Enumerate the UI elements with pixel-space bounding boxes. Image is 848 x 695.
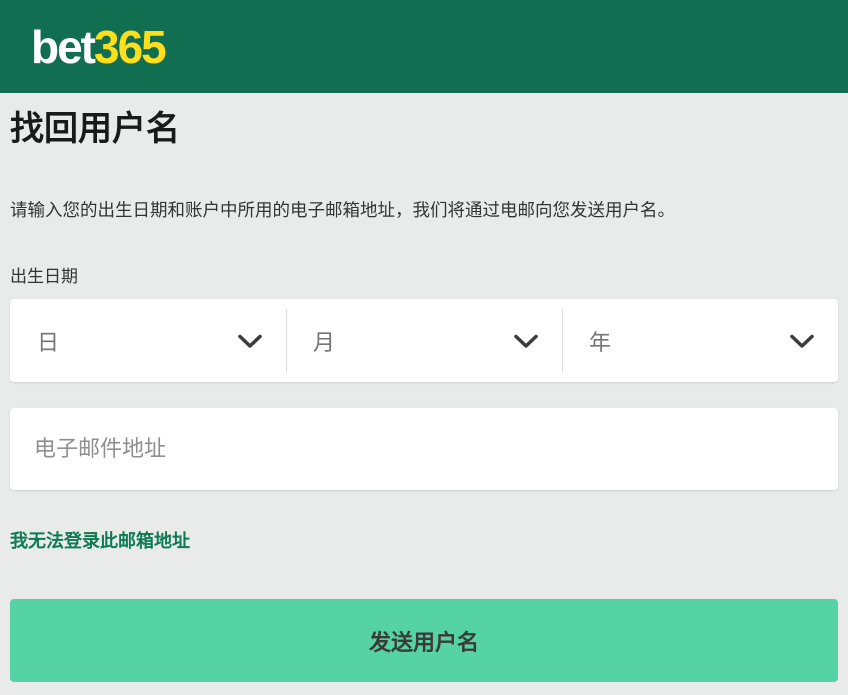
app-header: bet365 — [0, 0, 848, 93]
year-select[interactable]: 年 — [562, 299, 838, 382]
logo-text-bet: bet — [31, 21, 94, 73]
chevron-down-icon — [790, 334, 814, 349]
page-title: 找回用户名 — [10, 106, 838, 153]
recover-username-page: 找回用户名 请输入您的出生日期和账户中所用的电子邮箱地址，我们将通过电邮向您发送… — [0, 106, 848, 682]
date-of-birth-select-group: 日 月 年 — [10, 299, 838, 382]
date-of-birth-label: 出生日期 — [10, 266, 838, 288]
day-select-value: 日 — [37, 325, 59, 357]
chevron-down-icon — [514, 334, 538, 349]
day-select[interactable]: 日 — [10, 299, 286, 382]
bet365-logo[interactable]: bet365 — [31, 24, 165, 70]
year-select-value: 年 — [589, 325, 611, 357]
cant-access-email-link[interactable]: 我无法登录此邮箱地址 — [10, 530, 190, 552]
email-input[interactable] — [10, 408, 838, 490]
send-username-button[interactable]: 发送用户名 — [10, 599, 838, 682]
logo-text-365: 365 — [94, 21, 165, 73]
month-select-value: 月 — [313, 325, 335, 357]
month-select[interactable]: 月 — [286, 299, 562, 382]
instruction-text: 请输入您的出生日期和账户中所用的电子邮箱地址，我们将通过电邮向您发送用户名。 — [10, 198, 838, 222]
chevron-down-icon — [238, 334, 262, 349]
